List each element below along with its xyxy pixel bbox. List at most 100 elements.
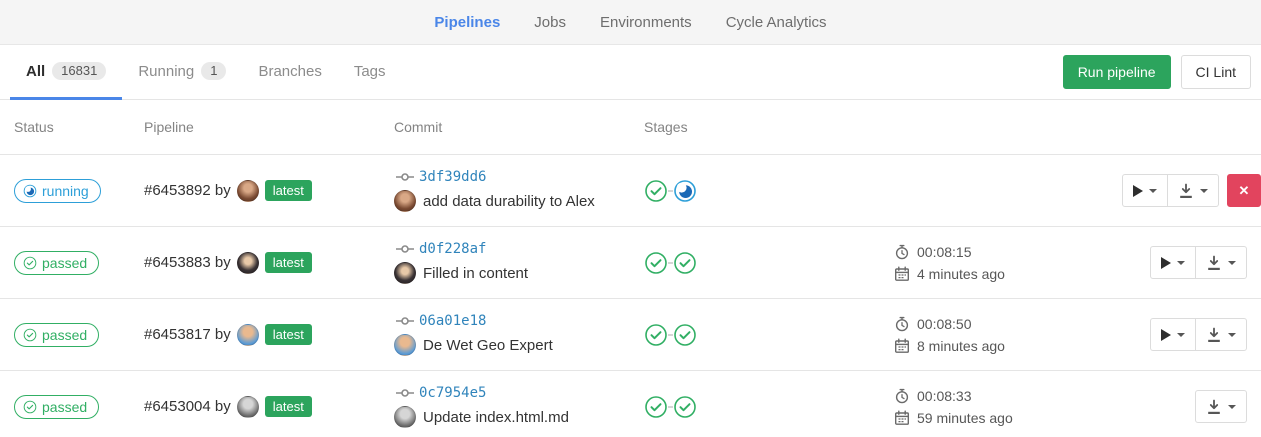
by-label: by (215, 254, 231, 271)
commit-hash-link[interactable]: 3df39dd6 (419, 169, 486, 185)
commit-hash-link[interactable]: 0c7954e5 (419, 385, 486, 401)
by-label: by (215, 326, 231, 343)
stage-passed-icon[interactable] (644, 179, 668, 203)
download-artifacts-button[interactable] (1195, 390, 1247, 423)
avatar[interactable] (394, 406, 416, 428)
commit-message-link[interactable]: add data durability to Alex (423, 193, 595, 210)
download-artifacts-button[interactable] (1195, 246, 1247, 279)
pipeline-duration: 00:08:33 (917, 388, 972, 404)
pipeline-row: passed #6453817 by latest 06a01e18 De We… (0, 299, 1261, 371)
status-label: passed (42, 327, 87, 343)
pipeline-row: passed #6453883 by latest d0f228af Fille… (0, 227, 1261, 299)
avatar[interactable] (237, 396, 259, 418)
commit-hash-link[interactable]: d0f228af (419, 241, 486, 257)
commit-hash-link[interactable]: 06a01e18 (419, 313, 486, 329)
pipeline-tabs: All 16831 Running 1 Branches Tags (10, 45, 402, 99)
latest-badge: latest (265, 324, 312, 345)
pipeline-id: #6453817 (144, 326, 211, 343)
commit-icon (394, 242, 416, 256)
avatar[interactable] (237, 324, 259, 346)
header-commit: Commit (394, 119, 644, 135)
commit-message-link[interactable]: De Wet Geo Expert (423, 337, 553, 354)
status-badge-running[interactable]: running (14, 179, 101, 203)
top-navigation: Pipelines Jobs Environments Cycle Analyt… (0, 0, 1261, 45)
tab-running[interactable]: Running 1 (122, 45, 242, 100)
pipeline-id: #6453883 (144, 254, 211, 271)
tab-tags-label: Tags (354, 63, 386, 80)
play-dropdown-button[interactable] (1122, 174, 1168, 207)
download-icon (1206, 327, 1222, 343)
nav-item-pipelines[interactable]: Pipelines (434, 14, 500, 31)
close-icon: ✕ (1239, 183, 1250, 199)
tab-all-label: All (26, 63, 45, 80)
status-badge-passed[interactable]: passed (14, 251, 99, 275)
status-label: running (42, 183, 89, 199)
tab-all[interactable]: All 16831 (10, 45, 122, 100)
header-status: Status (14, 119, 144, 135)
calendar-icon (894, 266, 910, 282)
toolbar-actions: Run pipeline CI Lint (1063, 45, 1251, 99)
pipeline-id-link[interactable]: #6453883 by (144, 254, 231, 271)
stage-passed-icon[interactable] (644, 251, 668, 275)
cancel-pipeline-button[interactable]: ✕ (1227, 174, 1261, 207)
chevron-down-icon (1149, 189, 1157, 193)
commit-icon (394, 314, 416, 328)
tab-tags[interactable]: Tags (338, 45, 402, 100)
pipeline-finished-ago: 8 minutes ago (917, 338, 1005, 354)
nav-item-environments[interactable]: Environments (600, 14, 692, 31)
ci-lint-button[interactable]: CI Lint (1181, 55, 1251, 89)
passed-icon (23, 400, 37, 414)
pipeline-row: running #6453892 by latest 3df39dd6 add … (0, 155, 1261, 227)
stage-passed-icon[interactable] (644, 395, 668, 419)
latest-badge: latest (265, 252, 312, 273)
pipeline-id: #6453892 (144, 182, 211, 199)
nav-item-cycle-analytics[interactable]: Cycle Analytics (726, 14, 827, 31)
tab-running-label: Running (138, 63, 194, 80)
stage-passed-icon[interactable] (673, 395, 697, 419)
stage-running-icon[interactable] (673, 179, 697, 203)
avatar[interactable] (394, 334, 416, 356)
avatar[interactable] (237, 252, 259, 274)
status-label: passed (42, 255, 87, 271)
pipeline-row: passed #6453004 by latest 0c7954e5 Updat… (0, 371, 1261, 437)
play-icon (1161, 329, 1171, 341)
stage-passed-icon[interactable] (673, 251, 697, 275)
status-badge-passed[interactable]: passed (14, 323, 99, 347)
status-badge-passed[interactable]: passed (14, 395, 99, 419)
pipeline-duration: 00:08:15 (917, 244, 972, 260)
commit-icon (394, 386, 416, 400)
tab-all-count: 16831 (52, 62, 106, 80)
header-stages: Stages (644, 119, 894, 135)
pipeline-id-link[interactable]: #6453817 by (144, 326, 231, 343)
avatar[interactable] (394, 262, 416, 284)
download-icon (1178, 183, 1194, 199)
commit-icon (394, 170, 416, 184)
pipelines-table-header: Status Pipeline Commit Stages (0, 100, 1261, 155)
download-icon (1206, 255, 1222, 271)
play-dropdown-button[interactable] (1150, 318, 1196, 351)
chevron-down-icon (1200, 189, 1208, 193)
tab-branches[interactable]: Branches (242, 45, 337, 100)
commit-message-link[interactable]: Filled in content (423, 265, 528, 282)
nav-item-jobs[interactable]: Jobs (534, 14, 566, 31)
tab-running-count: 1 (201, 62, 226, 80)
pipeline-finished-ago: 4 minutes ago (917, 266, 1005, 282)
chevron-down-icon (1228, 405, 1236, 409)
avatar[interactable] (237, 180, 259, 202)
run-pipeline-button[interactable]: Run pipeline (1063, 55, 1171, 89)
stage-passed-icon[interactable] (644, 323, 668, 347)
stage-passed-icon[interactable] (673, 323, 697, 347)
download-artifacts-button[interactable] (1167, 174, 1219, 207)
running-icon (23, 184, 37, 198)
timer-icon (894, 316, 910, 332)
timer-icon (894, 244, 910, 260)
status-label: passed (42, 399, 87, 415)
download-artifacts-button[interactable] (1195, 318, 1247, 351)
pipeline-id-link[interactable]: #6453892 by (144, 182, 231, 199)
commit-message-link[interactable]: Update index.html.md (423, 409, 569, 426)
play-dropdown-button[interactable] (1150, 246, 1196, 279)
tab-branches-label: Branches (258, 63, 321, 80)
avatar[interactable] (394, 190, 416, 212)
pipelines-toolbar: All 16831 Running 1 Branches Tags Run pi… (0, 45, 1261, 100)
pipeline-id-link[interactable]: #6453004 by (144, 398, 231, 415)
